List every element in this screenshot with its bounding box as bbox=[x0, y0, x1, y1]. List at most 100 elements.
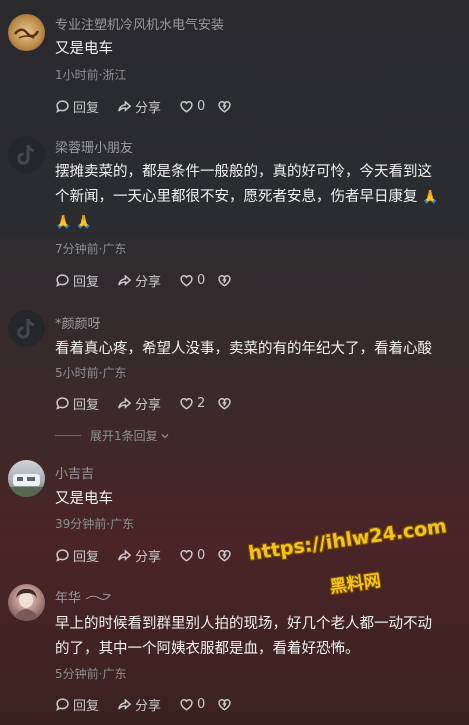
reply-icon bbox=[55, 396, 70, 411]
reply-icon bbox=[55, 99, 70, 114]
reply-icon bbox=[55, 697, 70, 712]
expand-replies-label: 展开1条回复 bbox=[90, 429, 158, 443]
broken-heart-icon bbox=[217, 697, 232, 712]
broken-heart-icon bbox=[217, 548, 232, 563]
username[interactable]: 专业注塑机冷风机水电气安装 bbox=[55, 14, 224, 33]
comment-text: 又是电车 bbox=[55, 41, 113, 57]
reply-button[interactable]: 回复 bbox=[55, 271, 99, 290]
username[interactable]: 年华 bbox=[55, 587, 112, 606]
comment-text: 早上的时候看到群里别人拍的现场，好几个老人都一动不动 的了，其中一个阿姨衣服都是… bbox=[55, 612, 459, 662]
comment-actions: 回复 分享 0 bbox=[55, 694, 253, 714]
comment-meta: 5分钟前·广东 bbox=[55, 667, 127, 681]
avatar[interactable] bbox=[8, 310, 45, 347]
dislike-button[interactable] bbox=[217, 396, 235, 411]
pen-decoration-icon bbox=[85, 593, 112, 600]
emoji: 🙏 bbox=[75, 215, 92, 230]
watermark-url: https://ihlw24.com bbox=[247, 515, 449, 565]
user-photo-icon bbox=[14, 588, 39, 621]
comment-meta: 7分钟前·广东 bbox=[55, 242, 127, 256]
share-label: 分享 bbox=[135, 274, 162, 290]
like-count: 0 bbox=[197, 272, 206, 288]
like-count: 0 bbox=[197, 98, 206, 114]
comment-text-line: 个新闻，一天心里都很不安，愿死者安息，伤者早日康复 🙏 bbox=[55, 189, 439, 205]
username[interactable]: 小吉吉 bbox=[55, 463, 94, 482]
reply-label: 回复 bbox=[73, 100, 100, 116]
dislike-button[interactable] bbox=[217, 99, 235, 114]
reply-icon bbox=[55, 273, 70, 288]
comment-text-line: 早上的时候看到群里别人拍的现场，好几个老人都一动不动 bbox=[55, 616, 432, 632]
reply-button[interactable]: 回复 bbox=[55, 695, 99, 714]
reply-button[interactable]: 回复 bbox=[55, 546, 99, 565]
comment-text: 看着真心疼，希望人没事，卖菜的有的年纪大了，看着心酸 bbox=[55, 341, 432, 357]
heart-icon bbox=[179, 99, 194, 114]
share-icon bbox=[117, 697, 132, 712]
like-button[interactable]: 0 bbox=[179, 99, 205, 114]
like-button[interactable]: 2 bbox=[179, 396, 205, 411]
emoji: 🙏 bbox=[422, 190, 439, 205]
like-count: 2 bbox=[197, 395, 206, 411]
emoji: 🙏 bbox=[55, 215, 72, 230]
reply-label: 回复 bbox=[73, 397, 100, 413]
comment-text-line: 摆摊卖菜的，都是条件一般般的，真的好可怜，今天看到这 bbox=[55, 164, 432, 180]
username-label: 年华 bbox=[55, 591, 82, 606]
comment-meta: 1小时前·浙江 bbox=[55, 68, 127, 82]
share-label: 分享 bbox=[135, 549, 162, 565]
logo-icon bbox=[14, 28, 40, 39]
heart-icon bbox=[179, 697, 194, 712]
avatar[interactable] bbox=[8, 14, 45, 51]
like-button[interactable]: 0 bbox=[179, 548, 205, 563]
comment-actions: 回复 分享 2 bbox=[55, 393, 253, 413]
like-button[interactable]: 0 bbox=[179, 273, 205, 288]
heart-icon bbox=[179, 548, 194, 563]
username[interactable]: *颜颜呀 bbox=[55, 313, 101, 332]
comment-text: 又是电车 bbox=[55, 491, 113, 507]
dislike-button[interactable] bbox=[217, 548, 235, 563]
comment-actions: 回复 分享 0 bbox=[55, 270, 253, 290]
comment-actions: 回复 分享 0 bbox=[55, 96, 253, 116]
broken-heart-icon bbox=[217, 273, 232, 288]
reply-button[interactable]: 回复 bbox=[55, 97, 99, 116]
share-icon bbox=[117, 273, 132, 288]
chevron-down-icon bbox=[161, 433, 169, 438]
avatar[interactable] bbox=[8, 136, 45, 173]
share-label: 分享 bbox=[135, 397, 162, 413]
reply-label: 回复 bbox=[73, 698, 100, 714]
reply-label: 回复 bbox=[73, 274, 100, 290]
expand-replies-link[interactable]: 展开1条回复 bbox=[55, 427, 170, 444]
share-button[interactable]: 分享 bbox=[117, 271, 161, 290]
douyin-default-avatar-icon bbox=[17, 318, 35, 339]
reply-button[interactable]: 回复 bbox=[55, 394, 99, 413]
comment-text: 摆摊卖菜的，都是条件一般般的，真的好可怜，今天看到这 个新闻，一天心里都很不安，… bbox=[55, 160, 459, 235]
broken-heart-icon bbox=[217, 99, 232, 114]
comment-meta: 39分钟前·广东 bbox=[55, 517, 135, 531]
comment-meta: 5小时前·广东 bbox=[55, 366, 127, 380]
share-button[interactable]: 分享 bbox=[117, 695, 161, 714]
share-icon bbox=[117, 548, 132, 563]
heart-icon bbox=[179, 273, 194, 288]
like-count: 0 bbox=[197, 547, 206, 563]
avatar[interactable] bbox=[8, 460, 45, 497]
comment-actions: 回复 分享 0 bbox=[55, 545, 253, 565]
divider bbox=[55, 435, 81, 436]
comment-text-line: 的了，其中一个阿姨衣服都是血，看着好恐怖。 bbox=[55, 641, 360, 657]
reply-label: 回复 bbox=[73, 549, 100, 565]
reply-icon bbox=[55, 548, 70, 563]
share-button[interactable]: 分享 bbox=[117, 394, 161, 413]
username[interactable]: 梁蓉珊小朋友 bbox=[55, 137, 133, 156]
avatar[interactable] bbox=[8, 584, 45, 621]
share-icon bbox=[117, 396, 132, 411]
comment-text-line: 🙏 🙏 bbox=[55, 210, 459, 235]
share-label: 分享 bbox=[135, 698, 162, 714]
share-button[interactable]: 分享 bbox=[117, 97, 161, 116]
watermark-brand: 黑料网 bbox=[328, 570, 382, 598]
dislike-button[interactable] bbox=[217, 697, 235, 712]
share-button[interactable]: 分享 bbox=[117, 546, 161, 565]
share-icon bbox=[117, 99, 132, 114]
douyin-default-avatar-icon bbox=[17, 144, 35, 165]
broken-heart-icon bbox=[217, 396, 232, 411]
caravan-photo-icon bbox=[8, 474, 45, 497]
heart-icon bbox=[179, 396, 194, 411]
like-button[interactable]: 0 bbox=[179, 697, 205, 712]
like-count: 0 bbox=[197, 696, 206, 712]
dislike-button[interactable] bbox=[217, 273, 235, 288]
